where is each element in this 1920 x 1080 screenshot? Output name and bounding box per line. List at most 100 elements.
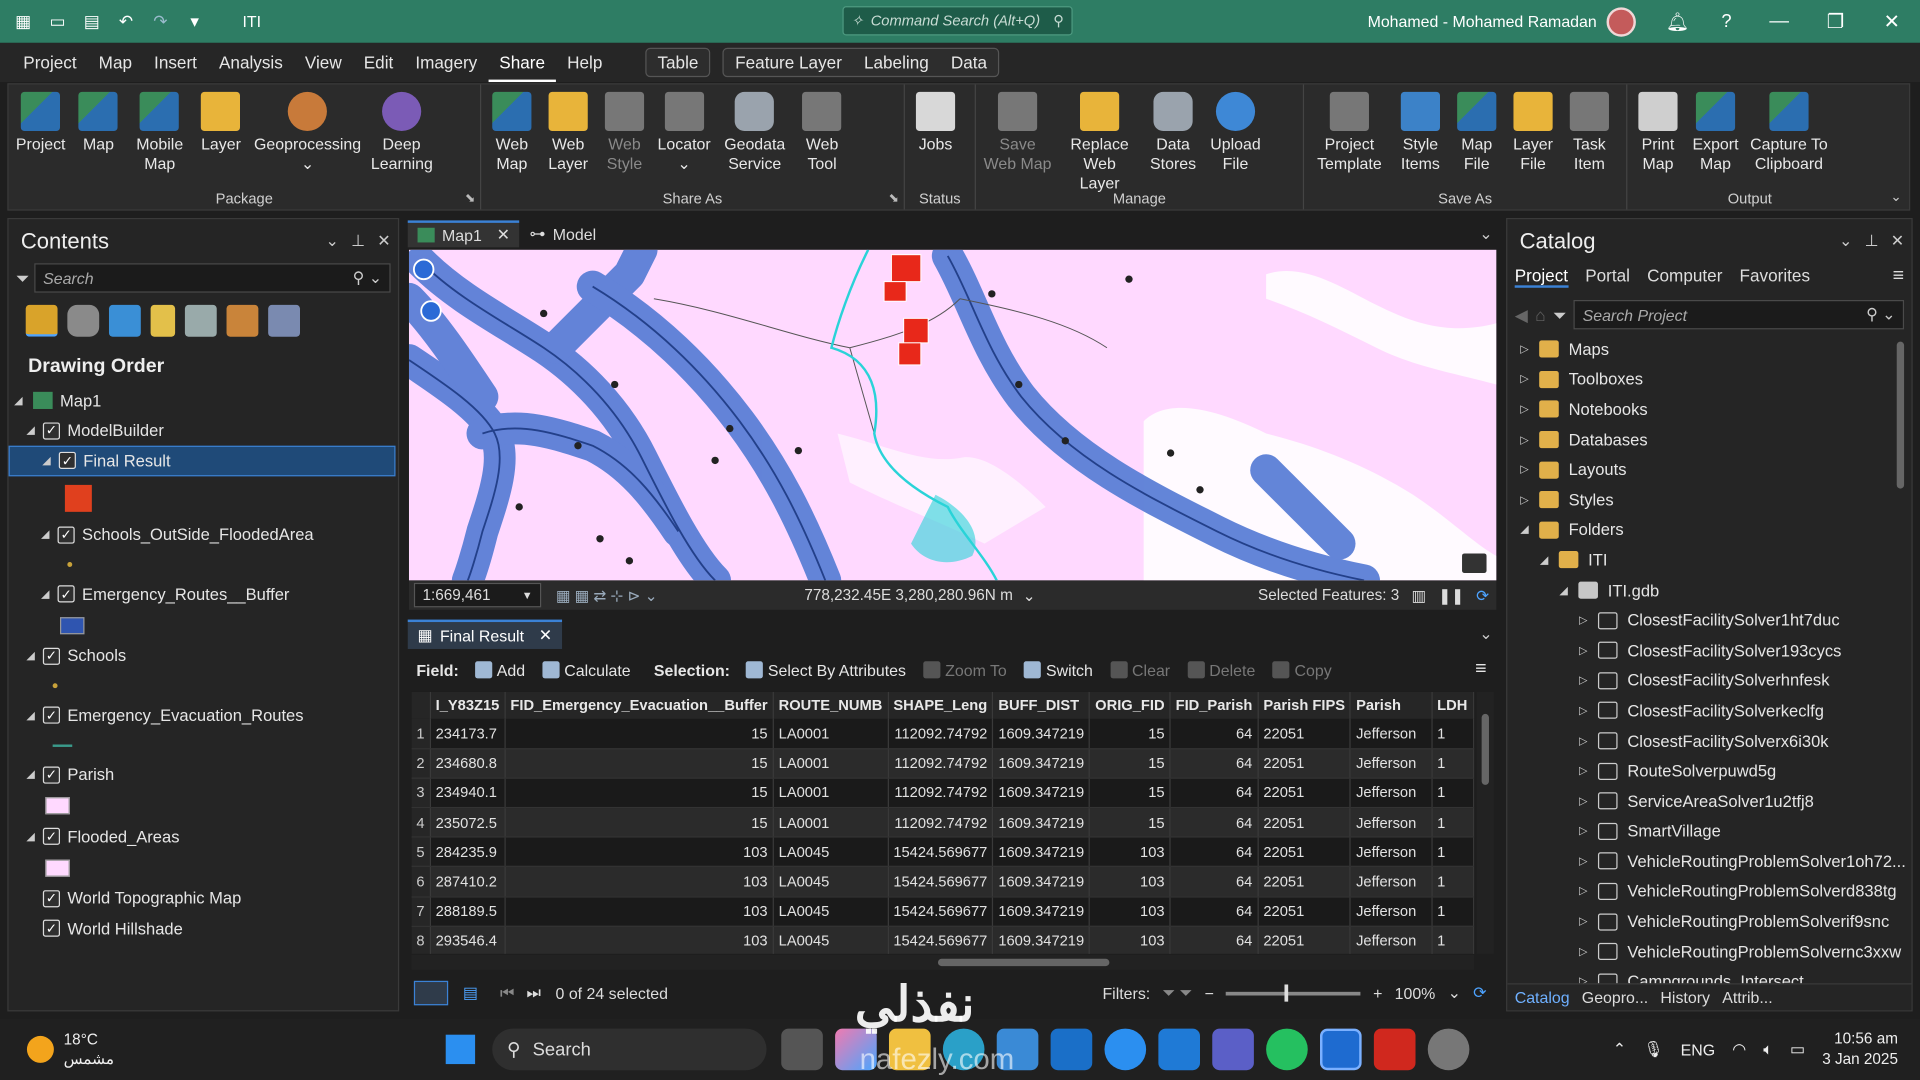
table-cell[interactable]: LA0001 [773,718,889,750]
catalog-dataset[interactable]: ▷ VehicleRoutingProblemSolverif9snc [1507,906,1911,936]
table-cell[interactable]: 234680.8 [430,748,506,779]
weather-widget[interactable]: 18°C مشمس [0,1030,114,1069]
arcgis-pro-icon[interactable] [1320,1028,1362,1071]
map-node[interactable]: ◢ Map1 [9,386,398,416]
column-header[interactable]: ORIG_FID [1089,691,1171,719]
table-cell[interactable]: 1 [1431,896,1475,927]
start-icon[interactable] [445,1034,476,1065]
table-cell[interactable]: 1 [1431,718,1475,750]
table-icon[interactable]: ▥ [1412,586,1426,604]
expand-icon[interactable]: ▷ [1576,674,1591,687]
table-cell[interactable]: 15 [1089,778,1171,809]
table-cell[interactable]: 15424.569677 [887,896,994,927]
chevron-down-icon[interactable]: ⌄ [1023,586,1036,604]
table-cell[interactable]: 1 [1431,778,1475,809]
table-cell[interactable]: 15 [1089,748,1171,779]
parish-swatch[interactable] [45,797,70,815]
column-header[interactable]: Parish FIPS [1257,691,1352,719]
help-app-icon[interactable] [1104,1028,1147,1071]
row-selector-header[interactable] [411,691,431,719]
coordinates-readout[interactable]: 778,232.45E 3,280,280.96N m [804,587,1013,604]
tab-imagery[interactable]: Imagery [404,43,488,82]
row-number[interactable]: 1 [411,718,431,750]
table-cell[interactable]: 103 [1089,837,1171,868]
scroll-thumb[interactable] [937,958,1110,967]
pause-icon[interactable]: ❚❚ [1438,586,1464,604]
contents-search-input[interactable]: Search ⚲ ⌄ [34,263,391,293]
expand-icon[interactable]: ▷ [1576,855,1591,868]
table-cell[interactable]: 1 [1431,926,1475,954]
table-cell[interactable]: 22051 [1257,866,1352,898]
table-cell[interactable]: 22051 [1257,896,1352,927]
table-cell[interactable]: 22051 [1257,837,1352,868]
table-cell[interactable]: Jefferson [1350,807,1433,838]
table-cell[interactable]: Jefferson [1350,837,1433,868]
catalog-item[interactable]: ▷ Maps [1507,334,1911,364]
table-cell[interactable]: 1609.347219 [992,778,1091,809]
clear-selection-button[interactable]: Clear [1104,661,1176,679]
catalog-item[interactable]: ▷ Databases [1507,425,1911,455]
tab-analysis[interactable]: Analysis [208,43,294,82]
table-cell[interactable]: 15424.569677 [887,866,994,898]
visibility-checkbox[interactable]: ✓ [57,526,75,544]
tab-insert[interactable]: Insert [143,43,208,82]
column-header[interactable]: Parish [1350,691,1433,719]
table-cell[interactable]: 112092.74792 [887,748,994,779]
visibility-checkbox[interactable]: ✓ [42,422,61,440]
tab-map1[interactable]: Map1 ✕ [407,220,520,248]
table-cell[interactable]: 112092.74792 [887,807,994,838]
chevron-down-icon[interactable]: ⌄ [1479,224,1500,244]
table-cell[interactable]: Jefferson [1350,718,1433,750]
table-cell[interactable]: 22051 [1257,926,1352,954]
row-number[interactable]: 4 [411,807,431,838]
table-vertical-scrollbar[interactable] [1476,691,1494,954]
tab-final-result-table[interactable]: ▦ Final Result ✕ [407,619,562,649]
layer-flooded-areas[interactable]: ◢ ✓ Flooded_Areas [9,822,398,852]
table-cell[interactable]: 284235.9 [430,837,506,868]
table-cell[interactable]: LA0001 [773,748,889,779]
chevron-down-icon[interactable]: ⌄ [1479,624,1500,644]
table-row[interactable]: 7 288189.5 103 LA0045 15424.569677 1609.34721… [411,896,1475,927]
table-cell[interactable]: 15424.569677 [887,837,994,868]
table-menu-icon[interactable]: ≡ [1475,659,1496,681]
layer-schools-outside[interactable]: ◢ ✓ Schools_OutSide_FloodedArea [9,520,398,550]
clock[interactable]: 10:56 am 3 Jan 2025 [1822,1029,1898,1071]
tab-catalog[interactable]: Catalog [1515,988,1570,1006]
table-cell[interactable]: 22051 [1257,778,1352,809]
table-cell[interactable]: 15 [504,718,774,750]
table-cell[interactable]: LA0045 [773,837,889,868]
map-canvas[interactable] [408,249,1497,581]
collapse-ribbon-icon[interactable]: ⌄ [1890,189,1901,205]
tab-help[interactable]: Help [556,43,613,82]
column-header[interactable]: FID_Parish [1170,691,1259,719]
settings-icon[interactable] [1427,1028,1470,1071]
language-indicator[interactable]: ENG [1681,1040,1715,1058]
menu-icon[interactable]: ≡ [1893,266,1904,288]
whatsapp-icon[interactable] [1266,1028,1308,1071]
expand-icon[interactable]: ▷ [1517,343,1532,356]
teams-icon[interactable] [1212,1028,1254,1071]
table-row[interactable]: 8 293546.4 103 LA0045 15424.569677 1609.34721… [411,926,1475,954]
scale-selector[interactable]: 1:669,461 ▼ [413,582,542,608]
layer-world-topographic[interactable]: ✓ World Topographic Map [9,883,398,913]
table-cell[interactable]: 1609.347219 [992,837,1091,868]
table-horizontal-scrollbar[interactable] [411,955,1475,970]
table-cell[interactable]: 64 [1170,926,1259,954]
first-record-icon[interactable]: ⏮ [500,983,514,1003]
selected-features-label[interactable]: Selected Features: 3 [1258,587,1399,604]
catalog-dataset[interactable]: ▷ ClosestFacilitySolverx6i30k [1507,726,1911,756]
table-cell[interactable]: 234940.1 [430,778,506,809]
expand-icon[interactable]: ◢ [38,528,53,541]
vscode-icon[interactable] [1158,1028,1201,1071]
line-symbol-icon[interactable] [52,743,73,747]
table-cell[interactable]: 1609.347219 [992,718,1091,750]
expand-icon[interactable]: ▷ [1517,373,1532,386]
table-cell[interactable]: 22051 [1257,807,1352,838]
tab-project[interactable]: Project [12,43,87,82]
layer-evacuation-routes[interactable]: ◢ ✓ Emergency_Evacuation_Routes [9,700,398,730]
row-number[interactable]: 2 [411,748,431,779]
expand-icon[interactable]: ▷ [1576,644,1591,657]
table-cell[interactable]: 22051 [1257,718,1352,750]
restore-icon[interactable]: ❐ [1807,9,1863,33]
table-cell[interactable]: 64 [1170,896,1259,927]
